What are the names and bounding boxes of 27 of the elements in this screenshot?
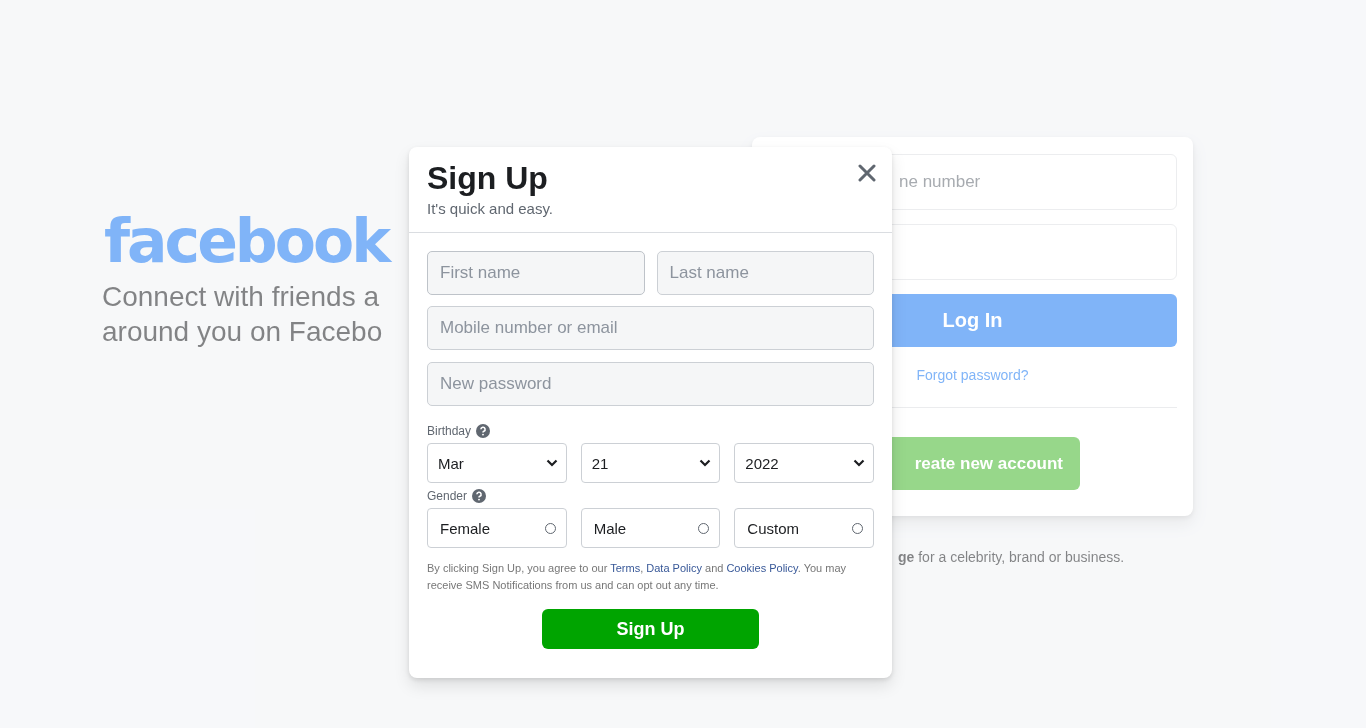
chevron-icon bbox=[545, 459, 558, 467]
facebook-logo: facebook bbox=[104, 205, 389, 278]
help-icon[interactable] bbox=[476, 424, 491, 438]
birthday-label: Birthday bbox=[427, 424, 472, 438]
close-icon[interactable] bbox=[858, 164, 876, 182]
input-field[interactable]: New password bbox=[427, 362, 874, 406]
birthday-select[interactable]: 21 bbox=[580, 443, 721, 483]
chevron-icon bbox=[699, 459, 712, 467]
policy-link[interactable]: Data Policy bbox=[646, 562, 702, 574]
policy-link[interactable]: Cookies Policy bbox=[726, 562, 798, 574]
page-note-text: ge for a celebrity, brand or business. bbox=[897, 549, 1126, 565]
terms-text: By clicking Sign Up, you agree to our Terms, Data Policy and Cookies Policy. You may receive SMS Notifications from us and can opt out any time. bbox=[427, 561, 848, 593]
tagline-text: Connect with friends a bbox=[102, 280, 380, 314]
name-field[interactable]: Last name bbox=[656, 251, 874, 295]
input-field[interactable]: Mobile number or email bbox=[427, 306, 874, 350]
dialog-subtitle: It's quick and easy. bbox=[427, 200, 553, 217]
help-icon[interactable] bbox=[472, 489, 487, 503]
gender-option[interactable]: Custom bbox=[734, 508, 874, 548]
dialog-title: Sign Up bbox=[427, 159, 548, 197]
tagline-text: around you on Facebo bbox=[102, 315, 383, 349]
gender-option[interactable]: Male bbox=[580, 508, 721, 548]
gender-option[interactable]: Female bbox=[427, 508, 567, 548]
gender-label: Gender bbox=[427, 489, 468, 503]
name-field[interactable]: First name bbox=[427, 251, 645, 295]
chevron-icon bbox=[853, 459, 865, 467]
birthday-select[interactable]: Mar bbox=[427, 443, 567, 483]
birthday-select[interactable]: 2022 bbox=[734, 443, 874, 483]
